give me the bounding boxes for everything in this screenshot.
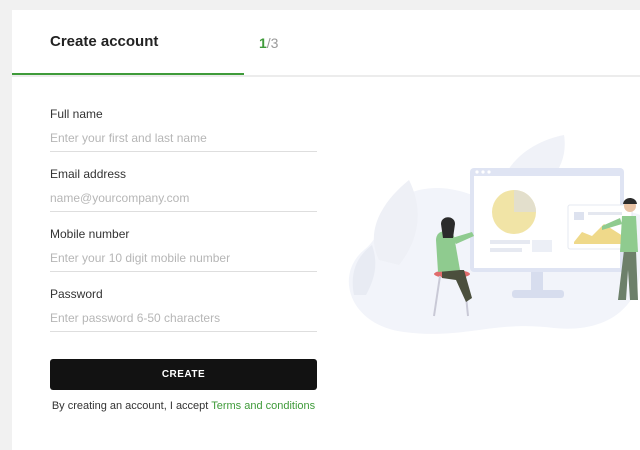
signup-illustration — [348, 135, 640, 334]
full-name-input[interactable] — [50, 128, 317, 152]
tab-create-account[interactable]: Create account — [50, 33, 158, 50]
signup-form: Full name Email address Mobile number Pa… — [50, 106, 317, 346]
monitor-stand — [531, 270, 543, 292]
tab-bar: Create account 1/3 — [12, 10, 640, 77]
step-total: /3 — [266, 35, 279, 51]
password-label: Password — [50, 287, 103, 301]
monitor-base — [512, 290, 564, 298]
mobile-input[interactable] — [50, 248, 317, 272]
terms-prefix: By creating an account, I accept — [51, 400, 212, 412]
password-field: Password — [50, 287, 317, 346]
active-tab-indicator — [12, 73, 244, 75]
full-name-label: Full name — [50, 107, 103, 121]
mobile-field: Mobile number — [50, 227, 317, 286]
man-body — [620, 216, 638, 252]
password-input[interactable] — [50, 308, 317, 332]
terms-link[interactable]: Terms and conditions — [211, 400, 315, 412]
mobile-label: Mobile number — [50, 227, 130, 241]
create-button[interactable]: CREATE — [50, 359, 317, 390]
email-input[interactable] — [50, 188, 317, 212]
terms-text: By creating an account, I accept Terms a… — [50, 398, 317, 414]
email-field: Email address — [50, 167, 317, 226]
email-label: Email address — [50, 167, 127, 181]
full-name-field: Full name — [50, 107, 317, 166]
signup-card: Create account 1/3 Full name Email addre… — [12, 10, 640, 450]
step-indicator: 1/3 — [259, 35, 278, 51]
step-current: 1 — [259, 35, 267, 51]
